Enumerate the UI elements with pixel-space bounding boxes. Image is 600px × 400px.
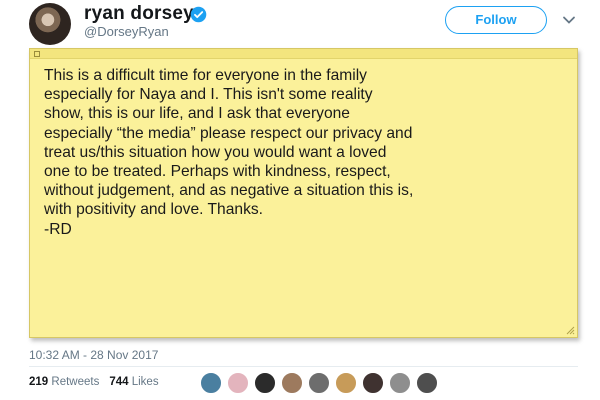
sticky-note-image: This is a difficult time for everyone in… [29,48,578,338]
likes-label: Likes [131,376,159,388]
liker-avatar-7[interactable] [362,372,384,394]
likes-count: 744 [109,376,129,388]
tweet-timestamp[interactable]: 10:32 AM - 28 Nov 2017 [29,348,158,362]
liker-avatar-1[interactable] [200,372,222,394]
liker-avatar-3[interactable] [254,372,276,394]
liker-avatar-9[interactable] [416,372,438,394]
liker-avatar-2[interactable] [227,372,249,394]
retweets-count: 219 [29,376,49,388]
retweets-label: Retweets [51,376,100,388]
likes-stat[interactable]: 744 Likes [109,376,158,388]
retweets-stat[interactable]: 219 Retweets [29,376,99,388]
note-title-bar [30,49,577,59]
avatar[interactable] [29,3,71,45]
divider [29,366,578,367]
note-text: This is a difficult time for everyone in… [44,67,414,238]
liker-avatar-8[interactable] [389,372,411,394]
tweet-header: ryan dorsey @DorseyRyan Follow [0,0,600,45]
chevron-down-icon[interactable] [562,13,576,27]
liker-avatar-4[interactable] [281,372,303,394]
user-handle[interactable]: @DorseyRyan [84,24,169,39]
tweet-stats: 219 Retweets 744 Likes [29,376,159,388]
close-icon [34,51,40,57]
display-name[interactable]: ryan dorsey [84,3,194,25]
resize-grip-icon [566,326,575,335]
follow-button[interactable]: Follow [445,6,547,34]
verified-badge-icon [190,6,207,23]
liker-avatar-6[interactable] [335,372,357,394]
liker-avatar-5[interactable] [308,372,330,394]
